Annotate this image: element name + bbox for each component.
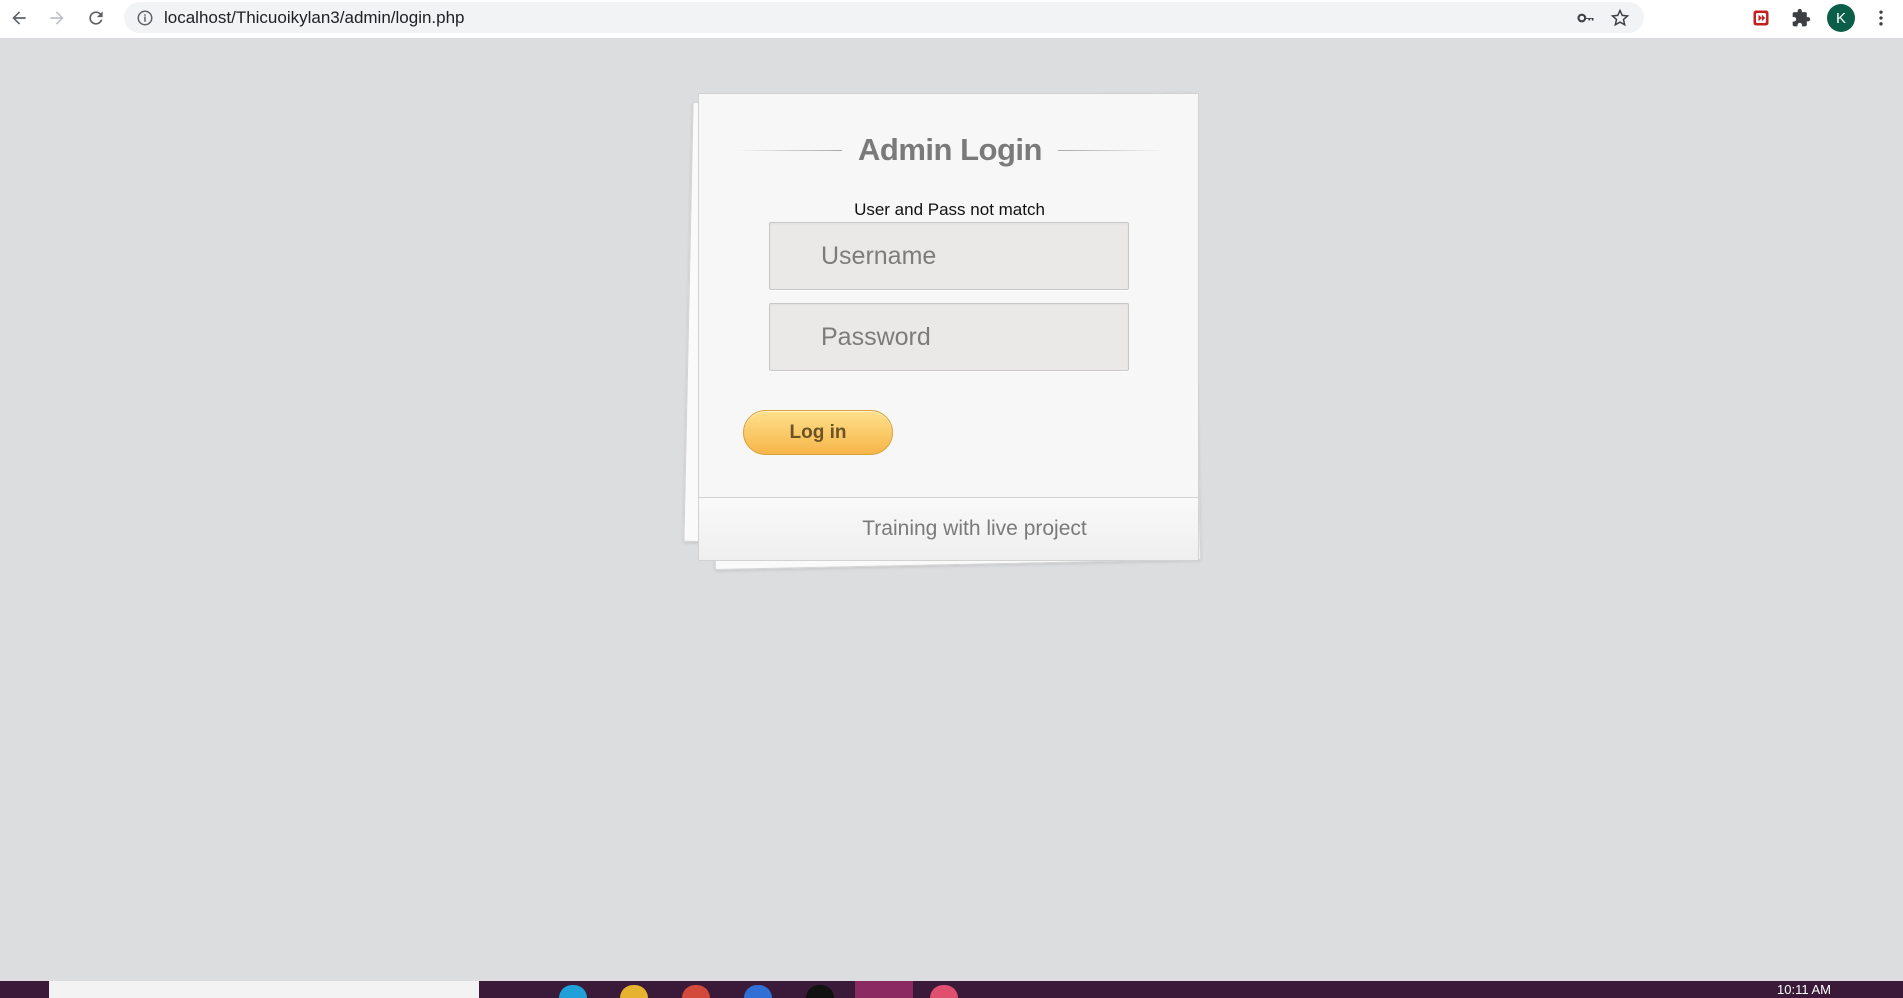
reload-icon <box>89 11 103 25</box>
login-form: Admin Login User and Pass not match Log … <box>698 93 1199 561</box>
username-input[interactable] <box>769 222 1129 290</box>
os-taskbar: 10:11 AM <box>0 981 1903 998</box>
taskbar-app-blue[interactable] <box>744 985 772 998</box>
back-button[interactable] <box>0 1 38 35</box>
browser-toolbar: localhost/Thicuoikylan3/admin/login.php … <box>0 0 1903 39</box>
reload-button[interactable] <box>77 1 115 35</box>
puzzle-icon <box>1792 8 1811 27</box>
taskbar-app-active[interactable] <box>855 981 913 998</box>
profile-avatar[interactable]: K <box>1827 4 1855 32</box>
info-icon <box>137 10 153 25</box>
page-title: Admin Login <box>858 132 1042 167</box>
title-divider-left <box>735 149 843 151</box>
extension-red-icon <box>1753 10 1769 26</box>
toolbar-actions: K <box>1747 2 1895 34</box>
kebab-menu-icon <box>1879 10 1883 26</box>
taskbar-search-box[interactable] <box>49 981 479 998</box>
url-text: localhost/Thicuoikylan3/admin/login.php <box>164 7 465 27</box>
title-row: Admin Login <box>735 130 1165 170</box>
password-key-button[interactable] <box>1572 4 1600 32</box>
extensions-button[interactable] <box>1787 4 1815 32</box>
bookmark-button[interactable] <box>1606 4 1634 32</box>
taskbar-app-pink[interactable] <box>930 985 958 998</box>
password-input[interactable] <box>769 303 1129 371</box>
star-icon <box>1610 8 1630 26</box>
login-button[interactable]: Log in <box>743 410 893 455</box>
back-icon <box>12 11 26 25</box>
taskbar-clock[interactable]: 10:11 AM <box>1777 982 1831 997</box>
forward-button[interactable] <box>38 1 76 35</box>
key-icon <box>1577 13 1594 22</box>
title-divider-right <box>1057 149 1165 151</box>
taskbar-app-dark[interactable] <box>806 985 834 998</box>
card-footer: Training with live project <box>699 497 1198 560</box>
taskbar-app-red[interactable] <box>682 985 710 998</box>
red-extension-button[interactable] <box>1747 4 1775 32</box>
login-card-stack: Admin Login User and Pass not match Log … <box>683 91 1201 571</box>
address-bar[interactable]: localhost/Thicuoikylan3/admin/login.php <box>124 2 1644 33</box>
taskbar-app-explorer[interactable] <box>620 985 648 998</box>
error-message: User and Pass not match <box>854 200 1045 219</box>
footer-text: Training with live project <box>862 517 1087 540</box>
forward-icon <box>50 11 64 25</box>
browser-menu-button[interactable] <box>1867 4 1895 32</box>
taskbar-app-edge[interactable] <box>559 985 587 998</box>
